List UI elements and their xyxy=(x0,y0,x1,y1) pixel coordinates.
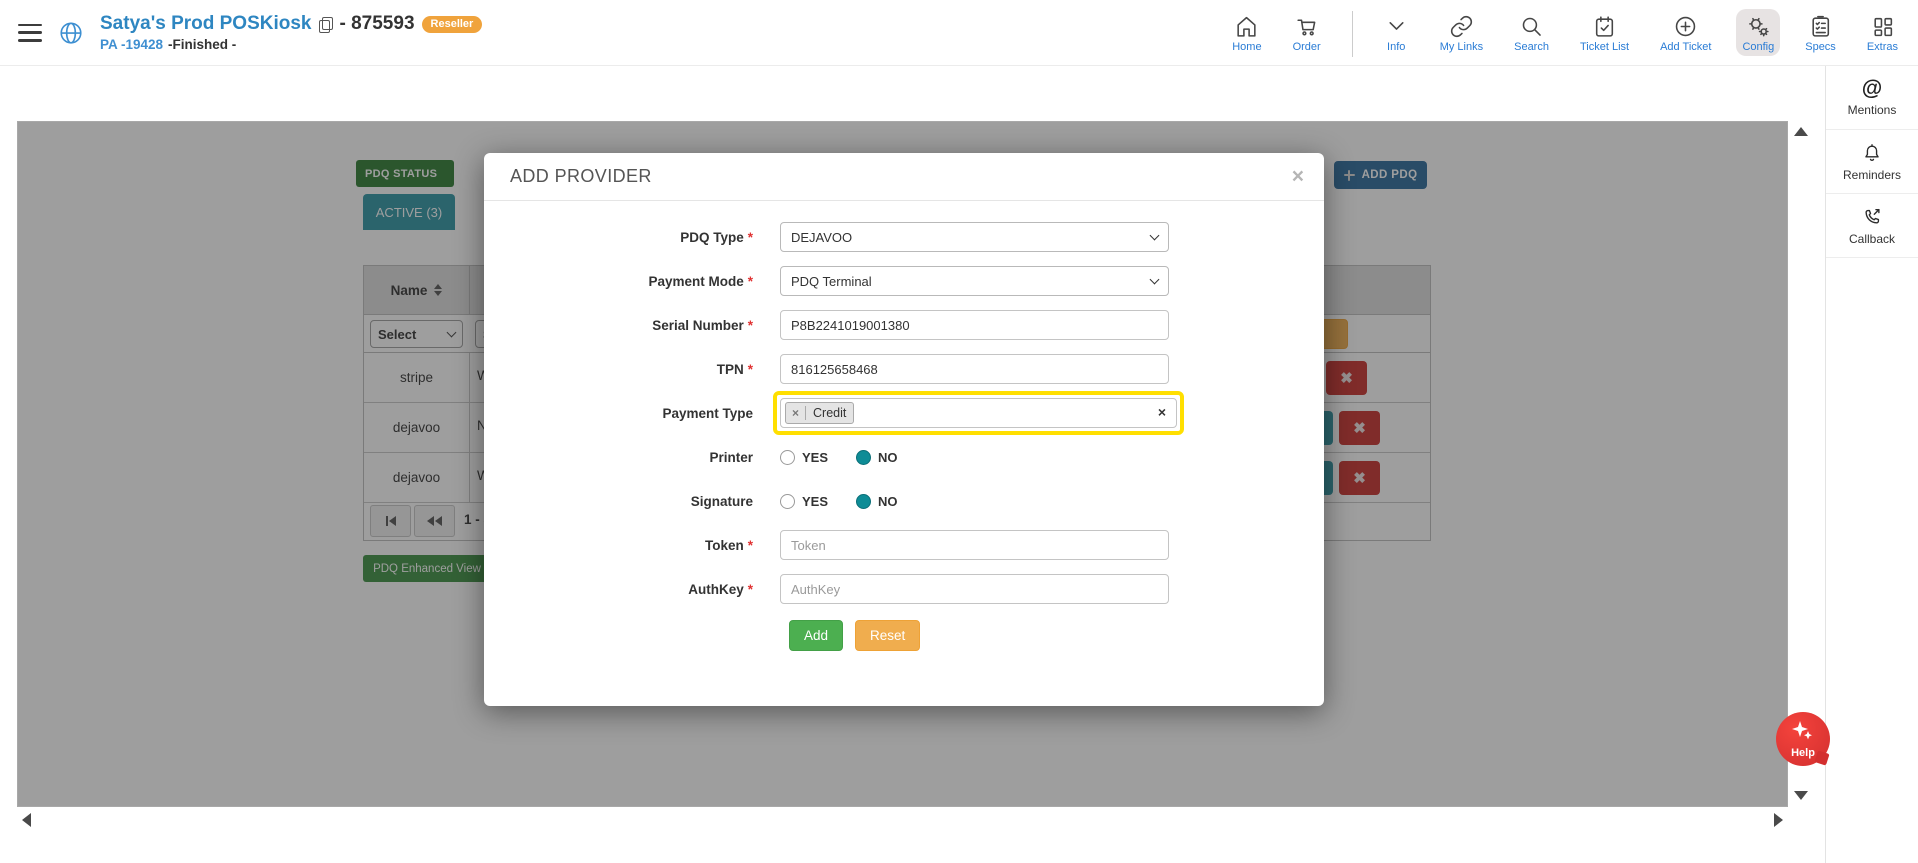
authkey-row: AuthKey* xyxy=(484,567,1324,611)
serial-number-input[interactable] xyxy=(780,310,1169,340)
tpn-input[interactable] xyxy=(780,354,1169,384)
sidebar-item-callback[interactable]: Callback xyxy=(1826,194,1918,258)
payment-type-multiselect[interactable]: × Credit × xyxy=(780,398,1177,428)
close-icon[interactable]: × xyxy=(1292,168,1304,186)
sidebar-item-mentions[interactable]: @ Mentions xyxy=(1826,66,1918,130)
at-icon: @ xyxy=(1862,79,1882,99)
radio-checked-icon xyxy=(856,494,871,509)
pdq-type-row: PDQ Type* DEJAVOO xyxy=(484,215,1324,259)
nav-extras[interactable]: Extras xyxy=(1861,9,1904,56)
ticket-status: -Finished - xyxy=(168,37,236,52)
payment-type-tag: × Credit xyxy=(785,402,854,424)
scroll-down-arrow[interactable] xyxy=(1794,791,1808,800)
add-provider-modal: ADD PROVIDER × PDQ Type* DEJAVOO Payment… xyxy=(484,153,1324,706)
nav-search[interactable]: Search xyxy=(1508,9,1555,56)
sidebar-item-reminders[interactable]: Reminders xyxy=(1826,130,1918,194)
printer-yes-radio[interactable]: YES xyxy=(780,450,828,465)
tag-remove-icon[interactable]: × xyxy=(786,406,806,420)
pa-ticket-link[interactable]: PA -19428 xyxy=(100,37,163,52)
chevron-down-icon xyxy=(1150,274,1160,284)
help-button[interactable]: Help xyxy=(1776,712,1830,766)
radio-checked-icon xyxy=(856,450,871,465)
pdq-type-select[interactable]: DEJAVOO xyxy=(780,222,1169,252)
nav-add-ticket[interactable]: Add Ticket xyxy=(1654,9,1717,56)
token-row: Token* xyxy=(484,523,1324,567)
reseller-badge: Reseller xyxy=(422,16,483,33)
nav-info[interactable]: Info xyxy=(1378,9,1415,56)
nav-home[interactable]: Home xyxy=(1226,9,1267,56)
nav-my-links[interactable]: My Links xyxy=(1434,9,1489,56)
scroll-up-arrow[interactable] xyxy=(1794,127,1808,136)
content-frame: PDQ STATUS ACTIVE (3) ADD PDQ Name Selec… xyxy=(17,121,1788,807)
scroll-right-arrow[interactable] xyxy=(1774,813,1783,827)
printer-row: Printer YES NO xyxy=(484,435,1324,479)
signature-no-radio[interactable]: NO xyxy=(856,494,898,509)
globe-icon xyxy=(58,20,84,46)
radio-icon xyxy=(780,450,795,465)
top-bar: Satya's Prod POSKiosk - 875593 Reseller … xyxy=(0,0,1918,66)
chevron-down-icon xyxy=(1150,230,1160,240)
home-icon xyxy=(1234,14,1259,39)
copy-icon[interactable] xyxy=(319,17,333,32)
bell-icon xyxy=(1861,142,1883,164)
modal-title: ADD PROVIDER xyxy=(510,166,652,187)
reset-button[interactable]: Reset xyxy=(855,620,920,651)
payment-type-row: Payment Type × Credit × xyxy=(484,391,1324,435)
hamburger-menu-icon[interactable] xyxy=(18,24,42,42)
add-button[interactable]: Add xyxy=(789,620,843,651)
payment-mode-select[interactable]: PDQ Terminal xyxy=(780,266,1169,296)
printer-no-radio[interactable]: NO xyxy=(856,450,898,465)
payment-mode-row: Payment Mode* PDQ Terminal xyxy=(484,259,1324,303)
signature-row: Signature YES NO xyxy=(484,479,1324,523)
nav-specs[interactable]: Specs xyxy=(1799,9,1842,56)
chevron-down-icon xyxy=(1384,14,1409,39)
payment-type-highlight: × Credit × xyxy=(773,391,1184,435)
signature-yes-radio[interactable]: YES xyxy=(780,494,828,509)
serial-number-row: Serial Number* xyxy=(484,303,1324,347)
clipboard-check-icon xyxy=(1592,14,1617,39)
nav-order[interactable]: Order xyxy=(1287,9,1327,56)
radio-icon xyxy=(780,494,795,509)
gears-icon xyxy=(1746,14,1771,39)
phone-callback-icon xyxy=(1861,206,1883,228)
clear-all-icon[interactable]: × xyxy=(1158,404,1166,420)
nav-divider xyxy=(1352,11,1353,57)
grid-icon xyxy=(1870,14,1895,39)
scroll-left-arrow[interactable] xyxy=(22,813,31,827)
store-id: - 875593 xyxy=(340,13,415,35)
token-input[interactable] xyxy=(780,530,1169,560)
authkey-input[interactable] xyxy=(780,574,1169,604)
nav-ticket-list[interactable]: Ticket List xyxy=(1574,9,1635,56)
link-icon xyxy=(1449,14,1474,39)
clipboard-list-icon xyxy=(1808,14,1833,39)
search-icon xyxy=(1519,14,1544,39)
plus-circle-icon xyxy=(1673,14,1698,39)
nav-config[interactable]: Config xyxy=(1736,9,1780,56)
right-sidebar: @ Mentions Reminders Callback xyxy=(1825,66,1918,863)
tpn-row: TPN* xyxy=(484,347,1324,391)
sparkle-icon xyxy=(1790,720,1816,744)
store-title-link[interactable]: Satya's Prod POSKiosk xyxy=(100,13,312,35)
cart-icon xyxy=(1294,14,1319,39)
